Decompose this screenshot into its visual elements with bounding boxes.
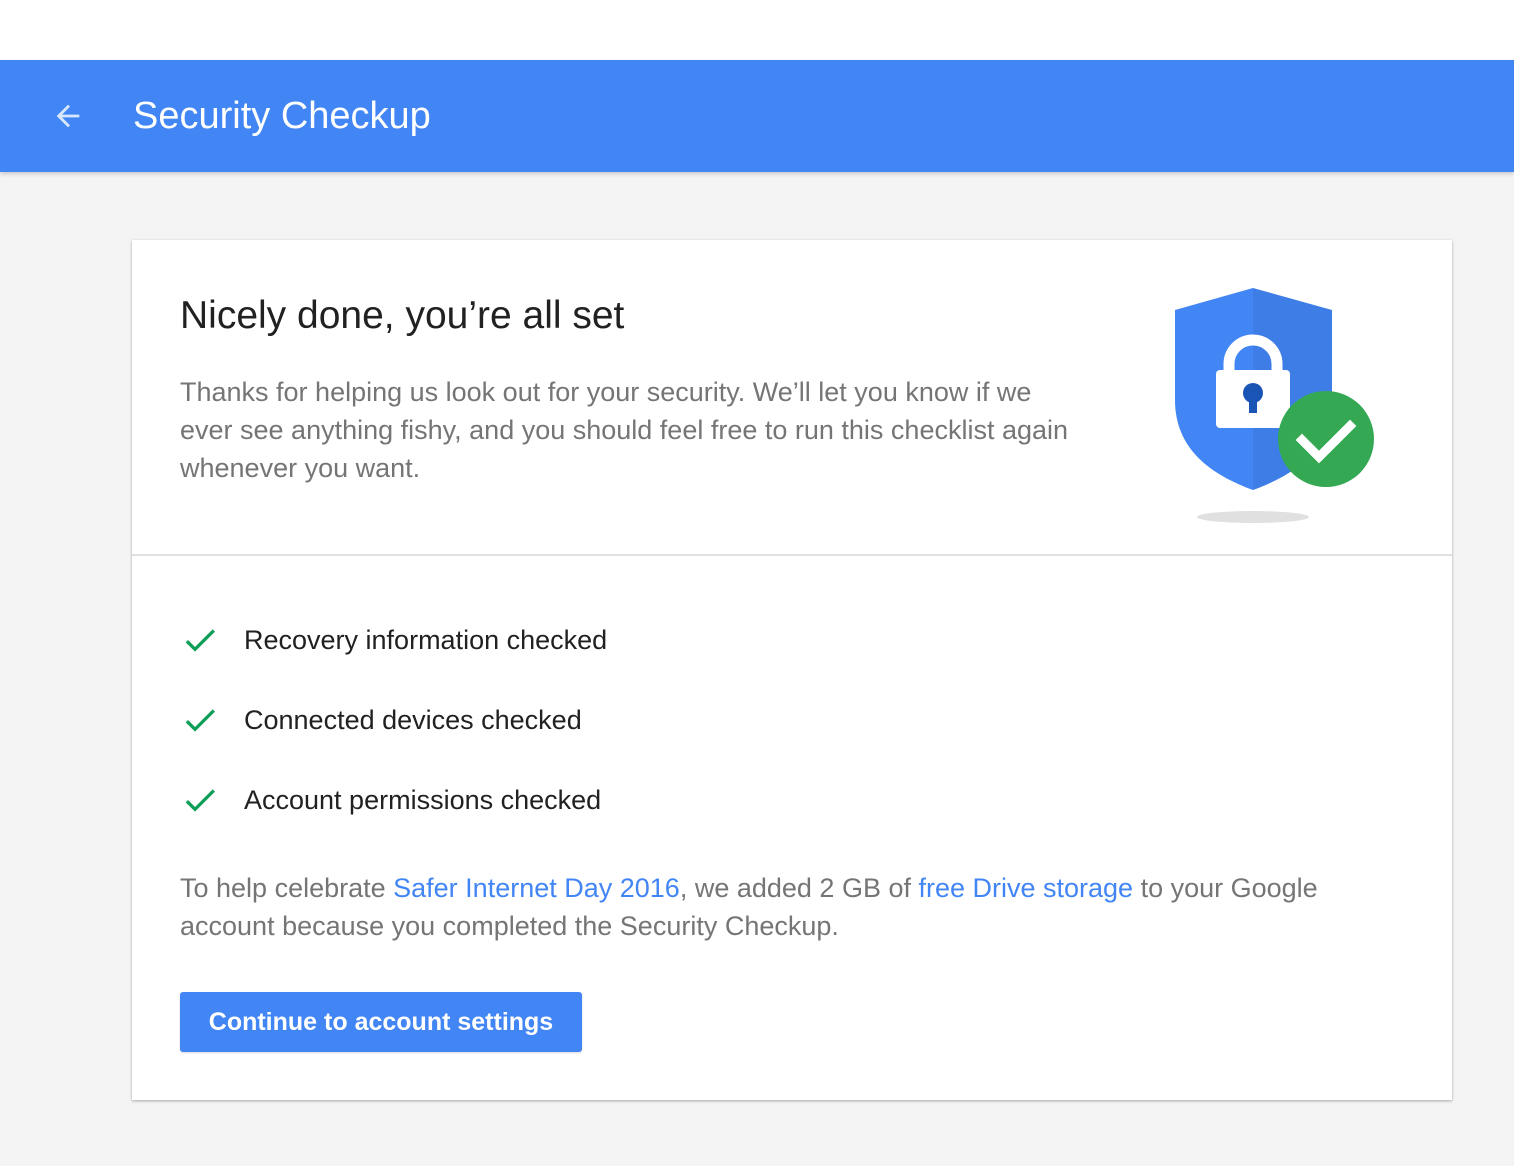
checklist-label: Connected devices checked bbox=[244, 705, 582, 735]
headline: Nicely done, you’re all set bbox=[180, 294, 625, 337]
top-strip bbox=[0, 0, 1514, 60]
check-icon bbox=[180, 770, 228, 830]
checklist-label: Account permissions checked bbox=[244, 785, 602, 815]
page-title: Security Checkup bbox=[133, 95, 431, 137]
continue-button[interactable]: Continue to account settings bbox=[180, 992, 582, 1052]
check-icon bbox=[180, 690, 228, 750]
shield-shadow bbox=[1197, 511, 1309, 523]
checklist-label: Recovery information checked bbox=[244, 625, 608, 655]
safer-internet-day-link[interactable]: Safer Internet Day 2016 bbox=[393, 873, 680, 903]
list-item: Account permissions checked bbox=[180, 770, 607, 850]
app-bar: Security Checkup bbox=[0, 60, 1514, 172]
check-circle-icon bbox=[1278, 391, 1374, 487]
promo-text-part: , we added 2 GB of bbox=[679, 873, 919, 903]
free-drive-storage-link[interactable]: free Drive storage bbox=[918, 873, 1133, 903]
promo-text: To help celebrate Safer Internet Day 201… bbox=[180, 869, 1410, 945]
back-button[interactable] bbox=[44, 92, 92, 140]
list-item: Recovery information checked bbox=[180, 610, 607, 690]
checkup-complete-card: Nicely done, you’re all set Thanks for h… bbox=[132, 240, 1452, 1100]
divider bbox=[132, 554, 1452, 556]
shield-lock-illustration bbox=[1175, 288, 1374, 523]
summary-section: Nicely done, you’re all set Thanks for h… bbox=[132, 240, 1452, 554]
check-icon bbox=[180, 610, 228, 670]
checklist: Recovery information checked Connected d… bbox=[180, 610, 607, 850]
list-item: Connected devices checked bbox=[180, 690, 607, 770]
intro-text: Thanks for helping us look out for your … bbox=[180, 377, 1069, 483]
arrow-back-icon bbox=[56, 104, 80, 128]
promo-text-part: To help celebrate bbox=[180, 873, 394, 903]
